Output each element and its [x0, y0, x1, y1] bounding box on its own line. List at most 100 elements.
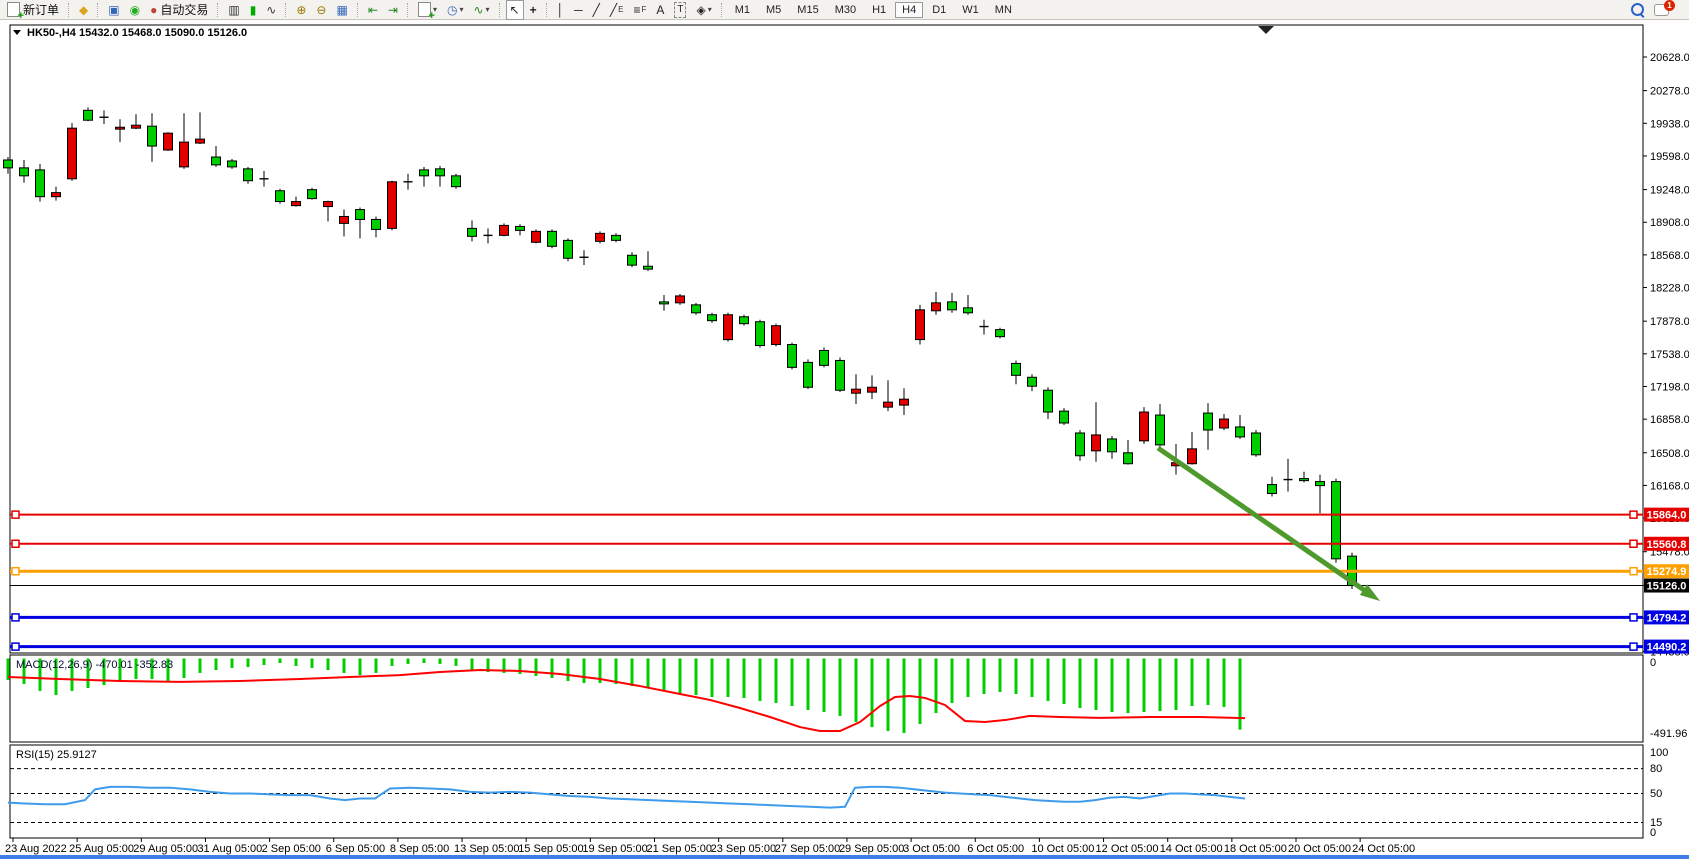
horizontal-line-icon[interactable]: ─: [570, 0, 587, 20]
macd-axis-label: 0: [1650, 657, 1656, 669]
candle-body: [548, 231, 557, 246]
chart-title: HK50-,H4 15432.0 15468.0 15090.0 15126.0: [13, 27, 247, 39]
toolbar-separator: [407, 3, 409, 17]
channel-icon[interactable]: ╱E: [606, 0, 628, 20]
price-badge-label: 15560.8: [1647, 539, 1687, 551]
candle-body: [964, 308, 973, 313]
auto-scroll-icon[interactable]: ⇤: [364, 0, 382, 20]
zoom-out-icon[interactable]: ⊖: [312, 0, 330, 20]
line-handle[interactable]: [1630, 614, 1637, 621]
new-order-button-label: 新订单: [23, 1, 59, 18]
bar-chart-icon[interactable]: ▥: [224, 0, 243, 20]
quotes-icon[interactable]: ◆: [75, 0, 92, 20]
date-axis-label: 27 Sep 05:00: [775, 843, 840, 855]
line-handle[interactable]: [1630, 643, 1637, 650]
timeframe-m30[interactable]: M30: [828, 2, 863, 18]
candle-body: [212, 157, 221, 165]
tile-windows-icon[interactable]: ▦: [332, 0, 351, 20]
auto-trading-button[interactable]: ●自动交易: [146, 0, 212, 20]
new-chart-icon[interactable]: ▾: [414, 0, 441, 20]
price-axis-label: 16168.0: [1650, 480, 1689, 492]
candle-body: [804, 362, 813, 387]
price-badge-label: 14794.2: [1647, 612, 1687, 624]
search-button[interactable]: [1627, 0, 1648, 20]
timeframe-h4[interactable]: H4: [895, 2, 923, 18]
symbol-ohlc-title: HK50-,H4 15432.0 15468.0 15090.0 15126.0: [27, 27, 247, 39]
label-icon[interactable]: T: [670, 0, 690, 20]
candle-body: [660, 302, 669, 304]
timeframe-d1[interactable]: D1: [925, 2, 953, 18]
period-icon[interactable]: ◷▾: [443, 0, 468, 20]
chart-area[interactable]: 20628.020278.019938.019598.019248.018908…: [0, 0, 1689, 859]
zoom-in-icon[interactable]: ⊕: [292, 0, 310, 20]
candle-body: [308, 190, 317, 199]
price-axis-label: 20278.0: [1650, 86, 1689, 98]
candle-body: [596, 233, 605, 241]
line-chart-icon[interactable]: ∿: [262, 0, 280, 20]
auto-trading-button-label: 自动交易: [160, 1, 208, 18]
candle-body: [1188, 449, 1197, 464]
timeframe-w1[interactable]: W1: [955, 2, 986, 18]
charts-window-icon[interactable]: ▣: [104, 0, 123, 20]
candle-body: [324, 202, 333, 207]
price-axis-label: 20628.0: [1650, 52, 1689, 64]
line-handle[interactable]: [1630, 511, 1637, 518]
candle-body: [1140, 412, 1149, 441]
line-handle[interactable]: [12, 643, 19, 650]
candle-body: [1012, 363, 1021, 375]
line-handle[interactable]: [12, 568, 19, 575]
linechart-glyph: ∿: [266, 3, 276, 17]
timeframe-h1[interactable]: H1: [865, 2, 893, 18]
date-axis-label: 8 Sep 05:00: [390, 843, 449, 855]
signal-icon[interactable]: ◉: [126, 0, 144, 20]
cursor-icon[interactable]: ↖: [506, 0, 524, 20]
trendline-icon[interactable]: ╱: [589, 0, 604, 20]
timeframe-m5[interactable]: M5: [759, 2, 788, 18]
price-badge-label: 15126.0: [1647, 581, 1687, 593]
new-order-button[interactable]: 新订单: [3, 0, 63, 20]
shapes-icon[interactable]: ◈▾: [692, 0, 715, 20]
candle-body: [1124, 453, 1133, 464]
line-handle[interactable]: [1630, 568, 1637, 575]
macd-panel[interactable]: [10, 655, 1643, 742]
fibonacci-icon[interactable]: ≡F: [629, 0, 650, 20]
vertical-line-icon[interactable]: │: [553, 0, 569, 20]
line-handle[interactable]: [12, 540, 19, 547]
crosshair-icon[interactable]: +: [526, 0, 541, 20]
candle-body: [1316, 482, 1325, 486]
shapes-glyph: ◈: [696, 3, 705, 17]
line-handle[interactable]: [12, 511, 19, 518]
price-axis-label: 16858.0: [1650, 414, 1689, 426]
date-axis-label: 19 Sep 05:00: [582, 843, 647, 855]
candle-body: [1028, 377, 1037, 386]
chart-shift-icon[interactable]: ⇥: [384, 0, 402, 20]
date-axis-label: 20 Oct 05:00: [1288, 843, 1351, 855]
toolbar-separator: [285, 3, 287, 17]
candle-body: [1060, 411, 1069, 423]
timeframe-mn[interactable]: MN: [988, 2, 1019, 18]
timeframe-m1[interactable]: M1: [728, 2, 757, 18]
price-badge-label: 15274.9: [1647, 566, 1687, 578]
candle-body: [1220, 419, 1229, 428]
candle-body: [1156, 415, 1165, 445]
date-axis-label: 21 Sep 05:00: [647, 843, 712, 855]
date-axis-label: 29 Sep 05:00: [839, 843, 904, 855]
candle-chart-icon[interactable]: ▮: [246, 0, 261, 20]
gold-glyph: ◆: [79, 3, 88, 17]
price-axis-label: 18568.0: [1650, 250, 1689, 262]
price-badge-label: 14490.2: [1647, 642, 1687, 654]
indicators-icon[interactable]: ∿▾: [469, 0, 493, 20]
candle-body: [340, 216, 349, 223]
timeframe-m15[interactable]: M15: [790, 2, 825, 18]
price-axis-label: 16508.0: [1650, 448, 1689, 460]
main-chart-panel[interactable]: [10, 25, 1643, 653]
date-axis-label: 14 Oct 05:00: [1160, 843, 1223, 855]
text-icon[interactable]: A: [652, 0, 668, 20]
notifications-button[interactable]: 1: [1650, 0, 1673, 20]
line-handle[interactable]: [1630, 540, 1637, 547]
dropdown-caret-icon: ▾: [459, 5, 463, 14]
candle-body: [900, 399, 909, 405]
candle-body: [244, 169, 253, 181]
line-handle[interactable]: [12, 614, 19, 621]
rsi-panel[interactable]: [10, 745, 1643, 838]
